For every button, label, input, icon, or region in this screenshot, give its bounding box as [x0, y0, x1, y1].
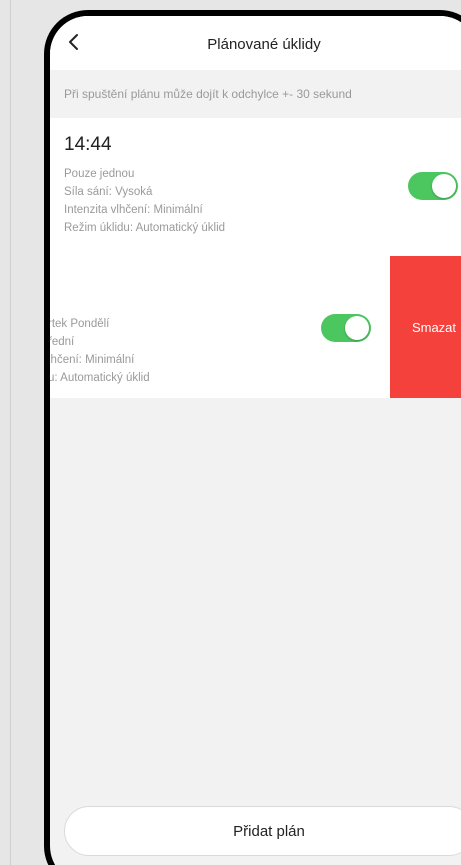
- toggle-knob: [345, 316, 369, 340]
- schedule-deviation-notice: Při spuštění plánu může dojít k odchylce…: [64, 87, 352, 101]
- schedule-item[interactable]: 14:44 Pouze jednou Síla sání: Vysoká Int…: [50, 118, 461, 264]
- schedule-time: 14:44: [64, 134, 112, 155]
- nav-bar: Plánované úklidy: [50, 16, 461, 70]
- schedule-mode: u: Automatický úklid: [50, 372, 150, 384]
- page-left-border: [10, 0, 11, 865]
- page-title: Plánované úklidy: [207, 36, 321, 53]
- schedule-suction: Síla sání: Vysoká: [64, 186, 153, 198]
- app-screen: Plánované úklidy Při spuštění plánu může…: [50, 16, 461, 865]
- schedule-suction: řední: [50, 336, 75, 348]
- schedule-mopping: Intenzita vlhčení: Minimální: [64, 204, 203, 216]
- toggle-knob: [432, 174, 456, 198]
- schedule-toggle[interactable]: [408, 172, 458, 200]
- schedule-repeat: Pouze jednou: [64, 168, 135, 180]
- schedule-item-swiped[interactable]: rtek Pondělí řední lhčení: Minimální u: …: [50, 256, 461, 398]
- schedule-mopping: lhčení: Minimální: [50, 354, 135, 366]
- delete-schedule-button[interactable]: Smazat: [390, 256, 461, 398]
- schedule-repeat: rtek Pondělí: [50, 318, 110, 330]
- schedule-toggle[interactable]: [321, 314, 371, 342]
- add-plan-button[interactable]: Přidat plán: [64, 806, 461, 856]
- schedule-mode: Režim úklidu: Automatický úklid: [64, 222, 226, 234]
